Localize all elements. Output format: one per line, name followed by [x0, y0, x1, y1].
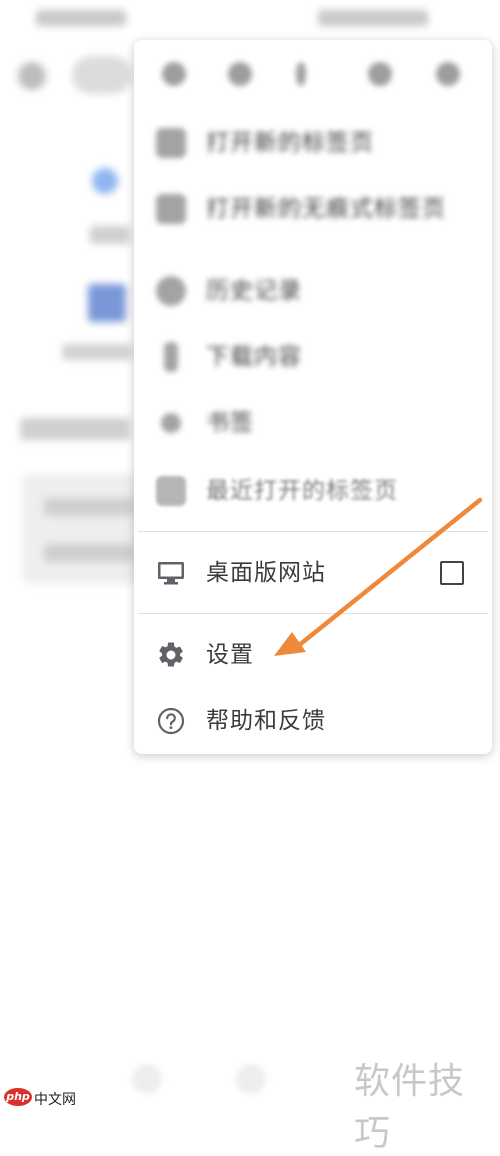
forward-icon[interactable]: [162, 62, 186, 86]
php-logo-badge: php: [4, 1088, 32, 1106]
menu-action-row: [134, 40, 492, 106]
shortcut-label: [62, 344, 132, 360]
nav-home-icon[interactable]: [236, 1064, 266, 1094]
menu-item-label: 书签: [206, 410, 254, 436]
menu-item-bookmarks[interactable]: 书签: [134, 390, 492, 456]
menu-item-label: 打开新的无痕式标签页: [206, 196, 446, 222]
home-icon[interactable]: [18, 62, 46, 90]
menu-item-label: 下载内容: [206, 344, 302, 370]
download-page-icon[interactable]: [296, 62, 306, 86]
shortcut-icon[interactable]: [88, 284, 126, 322]
address-bar[interactable]: [72, 56, 132, 94]
gear-icon: [156, 640, 186, 670]
menu-item-label: 打开新的标签页: [206, 130, 374, 156]
shortcut-label: [90, 226, 130, 244]
menu-divider: [138, 531, 488, 532]
menu-item-label: 设置: [206, 642, 254, 668]
menu-item-new-tab[interactable]: 打开新的标签页: [134, 110, 492, 176]
download-icon: [164, 342, 178, 372]
desktop-monitor-icon: [156, 558, 186, 588]
help-circle-icon: [156, 706, 186, 736]
bookmark-add-icon[interactable]: [228, 62, 252, 86]
shortcut-icon[interactable]: [92, 168, 118, 194]
menu-item-recent-tabs[interactable]: 最近打开的标签页: [134, 458, 492, 524]
incognito-icon: [156, 194, 186, 224]
nav-back-icon[interactable]: [132, 1064, 162, 1094]
new-tab-icon: [156, 128, 186, 158]
menu-item-label: 桌面版网站: [206, 560, 326, 586]
section-heading: [20, 418, 130, 440]
refresh-icon[interactable]: [436, 62, 460, 86]
content-card[interactable]: [22, 474, 142, 584]
watermark-text: 软件技巧: [354, 1061, 466, 1154]
menu-item-label: 帮助和反馈: [206, 708, 326, 734]
menu-divider: [138, 613, 488, 614]
menu-item-downloads[interactable]: 下载内容: [134, 324, 492, 390]
recent-tabs-icon: [156, 476, 186, 506]
status-icons-placeholder: [318, 10, 428, 26]
menu-item-settings[interactable]: 设置: [134, 622, 492, 688]
card-text-line: [44, 498, 134, 516]
bookmark-star-icon: [161, 413, 181, 433]
info-icon[interactable]: [368, 62, 392, 86]
menu-item-incognito[interactable]: 打开新的无痕式标签页: [134, 176, 492, 242]
php-logo-text: 中文网: [34, 1092, 76, 1108]
overflow-menu: 打开新的标签页 打开新的无痕式标签页 历史记录 下载内容 书签 最近打开的标签页…: [134, 40, 492, 754]
history-icon: [156, 276, 186, 306]
status-time-placeholder: [36, 10, 126, 26]
card-text-line: [44, 544, 134, 562]
menu-item-desktop-site[interactable]: 桌面版网站: [134, 540, 492, 606]
menu-item-help[interactable]: 帮助和反馈: [134, 688, 492, 754]
menu-item-label: 历史记录: [206, 278, 302, 304]
menu-item-history[interactable]: 历史记录: [134, 258, 492, 324]
status-bar: [0, 0, 500, 36]
desktop-site-checkbox[interactable]: [440, 561, 464, 585]
menu-item-label: 最近打开的标签页: [206, 478, 398, 504]
